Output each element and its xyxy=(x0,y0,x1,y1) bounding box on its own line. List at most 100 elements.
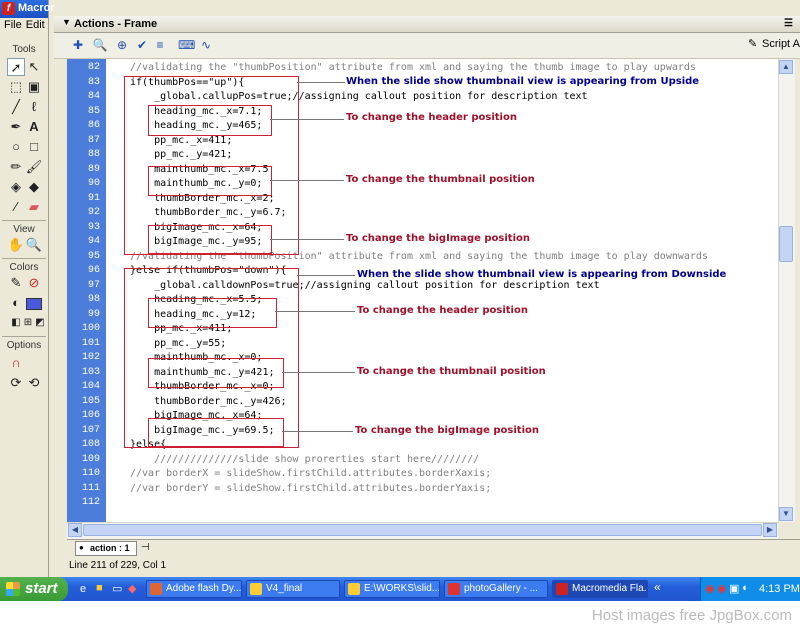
eyedropper-tool-icon[interactable]: ⁄ xyxy=(7,198,25,216)
pin-script-icon[interactable]: ⊣ xyxy=(141,542,150,553)
ink-bottle-tool-icon[interactable]: ◈ xyxy=(7,178,25,196)
no-color-icon[interactable]: ⊘ xyxy=(25,274,43,292)
pen-tool-icon[interactable]: ✒ xyxy=(7,118,25,136)
line-tool-icon[interactable]: ╱ xyxy=(7,98,25,116)
vertical-scroll-thumb[interactable] xyxy=(779,226,793,262)
free-transform-tool-icon[interactable]: ⬚ xyxy=(7,78,25,96)
line-number: 83 xyxy=(87,77,100,88)
line-number: 84 xyxy=(87,91,100,102)
rectangle-tool-icon[interactable]: □ xyxy=(25,138,43,156)
line-number: 103 xyxy=(81,367,100,378)
line-number: 89 xyxy=(87,164,100,175)
tab-action-1[interactable]: ● action : 1 xyxy=(75,541,137,556)
line-number: 87 xyxy=(87,135,100,146)
taskbar-arrows-icon[interactable]: « xyxy=(654,580,661,594)
big-up-box xyxy=(148,225,272,254)
task-label: Adobe flash Dy... xyxy=(166,583,242,594)
panel-menu-icon[interactable]: ☰ xyxy=(784,18,793,29)
reference-icon[interactable]: ∿ xyxy=(198,37,214,53)
scroll-right-icon[interactable]: ▶ xyxy=(763,523,777,537)
line-number: 102 xyxy=(81,352,100,363)
flash-doc-icon xyxy=(448,583,460,595)
brush-tool-icon[interactable]: 🖌 xyxy=(25,158,43,176)
colors-label: Colors xyxy=(9,262,39,273)
hand-tool-icon[interactable]: ✋ xyxy=(7,236,25,254)
menu-file[interactable]: File xyxy=(4,19,22,31)
quicklaunch-ie-icon[interactable]: e xyxy=(80,583,86,595)
text-tool-icon[interactable]: A xyxy=(25,118,43,136)
check-syntax-icon[interactable]: ✔ xyxy=(134,37,150,53)
flash-app-icon xyxy=(556,583,568,595)
quicklaunch-desktop-icon[interactable]: ▭ xyxy=(112,582,122,595)
pencil-tool-icon[interactable]: ✏ xyxy=(7,158,25,176)
annotation-thumb-down: To change the thumbnail position xyxy=(357,366,546,377)
oval-tool-icon[interactable]: ○ xyxy=(7,138,25,156)
horizontal-scroll-thumb[interactable] xyxy=(83,524,762,536)
actions-panel-title-bar[interactable]: ▼ Actions - Frame ☰ xyxy=(54,16,800,33)
thumb-up-box xyxy=(148,166,272,196)
scroll-up-icon[interactable]: ▲ xyxy=(779,60,793,74)
smooth-icon[interactable]: ⟳ xyxy=(7,374,25,392)
vertical-scrollbar[interactable] xyxy=(778,59,795,522)
code-line: //////////////slide show prorerties star… xyxy=(130,454,480,465)
big-down-box xyxy=(148,418,284,447)
add-statement-icon[interactable]: ✚ xyxy=(70,37,86,53)
code-line: //var borderX = slideShow.firstChild.att… xyxy=(130,468,492,479)
task-adobe-flash[interactable]: Adobe flash Dy... xyxy=(146,580,242,598)
lasso-tool-icon[interactable]: ℓ xyxy=(25,98,43,116)
leader-line xyxy=(270,180,344,181)
eraser-tool-icon[interactable]: ▰ xyxy=(25,198,43,216)
zoom-tool-icon[interactable]: 🔍 xyxy=(25,236,43,254)
line-number: 97 xyxy=(87,280,100,291)
fill-transform-tool-icon[interactable]: ▣ xyxy=(25,78,43,96)
tray-network-icon[interactable]: ▣ xyxy=(729,582,739,595)
annotation-up-block: When the slide show thumbnail view is ap… xyxy=(346,76,700,87)
clock[interactable]: 4:13 PM xyxy=(759,583,800,595)
task-photogallery[interactable]: photoGallery - ... xyxy=(444,580,548,598)
line-number: 111 xyxy=(81,483,100,494)
view-label: View xyxy=(13,224,35,235)
fill-swatch[interactable] xyxy=(26,298,42,310)
subselect-tool-icon[interactable]: ↖ xyxy=(25,58,43,76)
fill-color-icon[interactable]: ◐ xyxy=(7,294,25,312)
collapse-triangle-icon[interactable]: ▼ xyxy=(62,17,71,27)
line-number: 82 xyxy=(87,62,100,73)
quicklaunch-app-icon[interactable]: ◆ xyxy=(128,582,136,595)
script-assist-button[interactable]: ✎ Script Assist xyxy=(748,37,800,53)
stroke-color-icon[interactable]: ✎ xyxy=(7,274,25,292)
leader-line xyxy=(282,431,353,432)
app-title-bar: f Macror xyxy=(0,0,55,18)
target-path-icon[interactable]: ⊕ xyxy=(114,37,130,53)
line-number: 109 xyxy=(81,454,100,465)
code-line: //var borderY = slideShow.firstChild.att… xyxy=(130,483,492,494)
scroll-down-icon[interactable]: ▼ xyxy=(779,507,793,521)
find-icon[interactable]: 🔍 xyxy=(92,37,108,53)
auto-format-icon[interactable]: ≡ xyxy=(152,37,168,53)
task-v4-final[interactable]: V4_final xyxy=(246,580,340,598)
task-works-slid[interactable]: E:\WORKS\slid... xyxy=(344,580,440,598)
straighten-icon[interactable]: ⟲ xyxy=(25,374,43,392)
frame-icon: ● xyxy=(79,543,84,552)
divider xyxy=(2,220,46,221)
line-number: 110 xyxy=(81,468,100,479)
arrow-tool-icon[interactable]: ➚ xyxy=(7,58,25,76)
tray-shield-icon[interactable]: ◉ xyxy=(705,582,715,595)
menu-edit[interactable]: Edit xyxy=(26,19,45,31)
line-number: 91 xyxy=(87,193,100,204)
tray-antivirus-icon[interactable]: ◉ xyxy=(717,582,727,595)
debug-options-icon[interactable]: ⌨ xyxy=(178,37,195,53)
start-button[interactable]: start xyxy=(0,577,68,601)
snap-magnet-icon[interactable]: ∩ xyxy=(7,354,25,372)
tools-label: Tools xyxy=(12,44,36,55)
quicklaunch-folder-icon[interactable]: ■ xyxy=(96,582,103,594)
task-label: Macromedia Fla... xyxy=(572,583,648,594)
line-number: 98 xyxy=(87,294,100,305)
paint-bucket-tool-icon[interactable]: ◆ xyxy=(25,178,43,196)
task-macromedia-flash[interactable]: Macromedia Fla... xyxy=(552,580,648,598)
black-white-icon[interactable]: ◩ xyxy=(31,314,49,332)
line-number: 85 xyxy=(87,106,100,117)
script-assist-icon: ✎ xyxy=(748,38,758,50)
tray-volume-icon[interactable]: ◖ xyxy=(741,582,748,594)
line-number: 105 xyxy=(81,396,100,407)
scroll-left-icon[interactable]: ◀ xyxy=(68,523,82,537)
